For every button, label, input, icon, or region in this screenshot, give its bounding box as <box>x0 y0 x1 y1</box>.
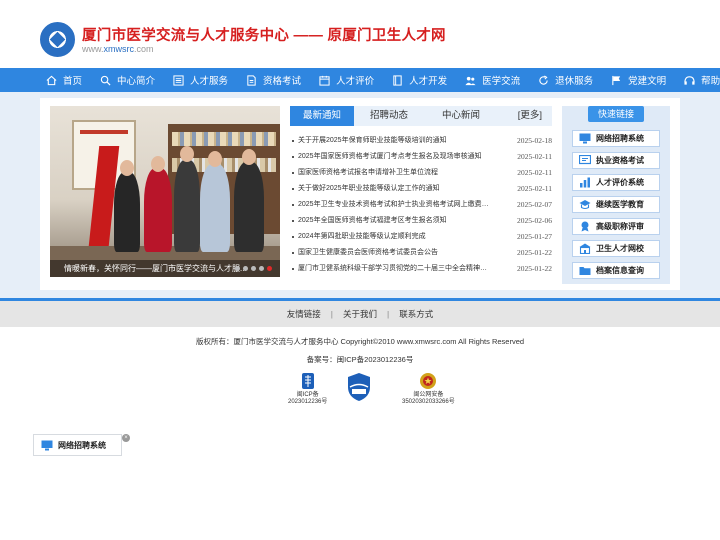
news-item[interactable]: 国家医师资格考试报名申请增补卫生单位流程 2025-02-11 <box>290 165 552 181</box>
public-institution-icon <box>346 372 372 402</box>
nav-item-evaluation[interactable]: 人才评价 <box>319 73 374 87</box>
floating-recruitment-link[interactable]: 网络招聘系统 <box>33 434 122 456</box>
site-logo-icon[interactable] <box>40 22 75 57</box>
news-item[interactable]: 厦门市卫健系统科级干部学习贯彻党的二十届三中全会精神… 2025-01-22 <box>290 261 552 277</box>
home-icon <box>46 75 57 86</box>
slider-dot[interactable] <box>259 266 264 271</box>
people-icon <box>465 75 476 86</box>
news-item[interactable]: 2024年第四批职业技能等级认定顺利完成 2025-01-27 <box>290 229 552 245</box>
nav-item-about[interactable]: 中心简介 <box>100 73 155 87</box>
icp-record[interactable]: 备案号：闽ICP备2023012236号 <box>0 354 720 365</box>
news-item[interactable]: 关于做好2025年职业技能等级认定工作的通知 2025-02-11 <box>290 181 552 197</box>
photo-slider[interactable]: 情暖新春，关怀同行——厦门市医学交流与人才服... <box>50 106 280 277</box>
footer-link-about[interactable]: 关于我们 <box>343 308 377 320</box>
calendar-icon <box>319 75 330 86</box>
school-icon <box>579 243 591 254</box>
news-item[interactable]: 国家卫生健康委员会医师资格考试委员会公告 2025-01-22 <box>290 245 552 261</box>
nav-item-talent-service[interactable]: 人才服务 <box>173 73 228 87</box>
quick-link-senior-title-review[interactable]: 高级职称评审 <box>572 218 660 235</box>
icp-badge[interactable]: 闽ICP备 2023012236号 <box>288 372 327 406</box>
news-list: 关于开展2025年保育师职业技能等级培训的通知 2025-02-18 2025年国… <box>290 133 552 277</box>
nav-item-home[interactable]: 首页 <box>46 73 82 87</box>
copyright-text: 版权所有：厦门市医学交流与人才服务中心 Copyright©2010 www.x… <box>195 337 525 346</box>
news-tabs: 最新通知 招聘动态 中心新闻 [更多] <box>290 106 552 126</box>
document-icon <box>246 74 257 86</box>
site-url: www.xmwsrc.com <box>82 44 154 54</box>
nav-item-retirement[interactable]: 退休服务 <box>538 73 593 87</box>
main-nav: 首页 中心简介 人才服务 资格考试 人才评价 人才开发 医学交流 退休服务 党建… <box>0 68 720 92</box>
footer-link-contact[interactable]: 联系方式 <box>399 308 433 320</box>
nav-item-medical-exchange[interactable]: 医学交流 <box>465 73 520 87</box>
slider-dot-active[interactable] <box>267 266 272 271</box>
footer-link-friends[interactable]: 友情链接 <box>287 308 321 320</box>
monitor-icon <box>579 133 591 144</box>
certificate-icon <box>579 155 591 166</box>
education-icon <box>579 199 591 210</box>
more-link[interactable]: [更多] <box>518 106 542 126</box>
slider-dot[interactable] <box>251 266 256 271</box>
quick-link-evaluation-system[interactable]: 人才评价系统 <box>572 174 660 191</box>
public-institution-badge[interactable] <box>346 372 372 404</box>
tab-latest-notices[interactable]: 最新通知 <box>290 106 354 126</box>
book-icon <box>392 74 403 86</box>
icp-badge-icon <box>299 372 317 390</box>
tab-center-news[interactable]: 中心新闻 <box>430 106 492 126</box>
flag-icon <box>611 75 622 86</box>
search-icon <box>100 75 111 86</box>
slider-photo-person <box>144 156 172 252</box>
list-icon <box>173 74 184 86</box>
site-title: 厦门市医学交流与人才服务中心 —— 原厦门卫生人才网 <box>82 28 446 44</box>
slider-dot[interactable] <box>235 266 240 271</box>
monitor-icon <box>41 440 53 451</box>
slider-dot[interactable] <box>243 266 248 271</box>
slider-photo-person <box>200 151 230 252</box>
news-item[interactable]: 关于开展2025年保育师职业技能等级培训的通知 2025-02-18 <box>290 133 552 149</box>
nav-item-help[interactable]: 帮助 <box>684 73 720 87</box>
news-item[interactable]: 2025年国家医师资格考试厦门考点考生报名及现场审核通知 2025-02-11 <box>290 149 552 165</box>
help-icon <box>684 75 695 86</box>
folder-icon <box>579 265 591 276</box>
public-security-badge[interactable]: 闽公网安备 35020302033266号 <box>402 372 455 406</box>
footer-links: 友情链接 | 关于我们 | 联系方式 <box>0 301 720 327</box>
slider-photo-person <box>114 160 140 252</box>
slider-dots <box>232 266 272 271</box>
quick-link-online-school[interactable]: 卫生人才网校 <box>572 240 660 257</box>
police-emblem-icon <box>418 372 438 390</box>
close-icon[interactable]: × <box>122 434 130 442</box>
award-icon <box>579 221 591 232</box>
slider-photo-person <box>234 149 264 252</box>
refresh-icon <box>538 74 549 86</box>
quick-link-qualification-exam[interactable]: 执业资格考试 <box>572 152 660 169</box>
news-item[interactable]: 2025年全国医师资格考试福建考区考生报名须知 2025-02-06 <box>290 213 552 229</box>
nav-item-exam[interactable]: 资格考试 <box>246 73 301 87</box>
quick-link-recruitment-system[interactable]: 网络招聘系统 <box>572 130 660 147</box>
site-header: 厦门市医学交流与人才服务中心 —— 原厦门卫生人才网 www.xmwsrc.co… <box>0 0 720 68</box>
slider-photo-person <box>174 146 200 252</box>
quick-link-archive-query[interactable]: 档案信息查询 <box>572 262 660 279</box>
news-item[interactable]: 2025年卫生专业技术资格考试和护士执业资格考试网上缴费… 2025-02-07 <box>290 197 552 213</box>
nav-item-development[interactable]: 人才开发 <box>392 73 447 87</box>
quick-links-panel: 快速链接 网络招聘系统 执业资格考试 人才评价系统 继续医学教育 高级职称评审 … <box>562 106 670 284</box>
quick-link-continuing-education[interactable]: 继续医学教育 <box>572 196 660 213</box>
chart-icon <box>579 177 591 188</box>
quick-links-title: 快速链接 <box>588 106 644 122</box>
tab-recruitment[interactable]: 招聘动态 <box>358 106 420 126</box>
nav-item-party[interactable]: 党建文明 <box>611 73 666 87</box>
